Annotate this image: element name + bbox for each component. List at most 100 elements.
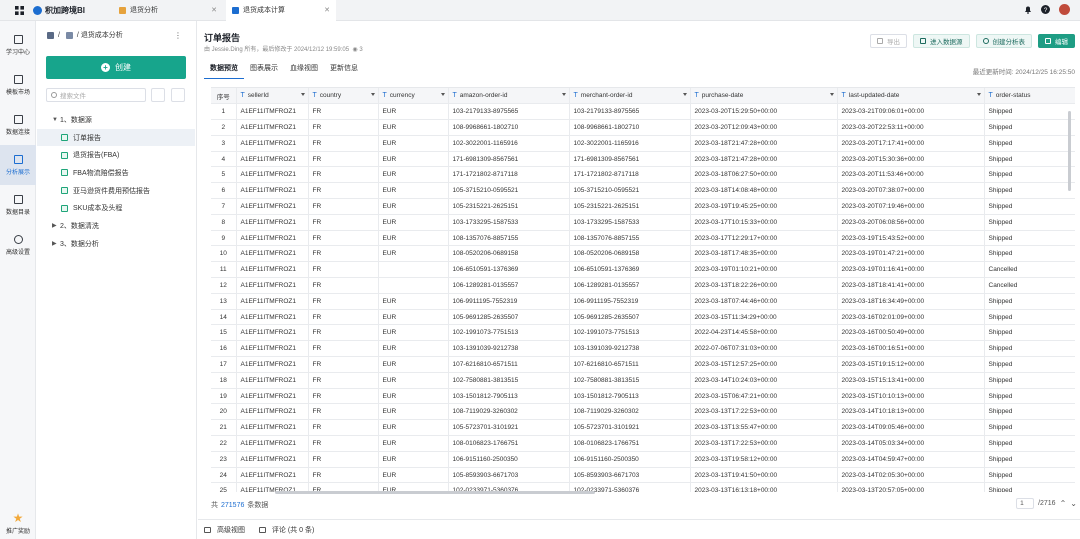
table-cell[interactable]: FR [308, 419, 379, 437]
table-row[interactable]: 16 A1EF11ITMFROZ1 FR EUR 103-1391039-9212738… [211, 340, 1075, 358]
table-cell[interactable]: 2023-03-15T10:10:13+00:00 [837, 388, 985, 405]
table-cell[interactable]: 8 [211, 214, 237, 231]
table-cell[interactable]: Shipped [984, 198, 1075, 215]
table-cell[interactable]: 2023-03-17T10:15:33+00:00 [690, 214, 838, 231]
table-cell[interactable]: A1EF11ITMFROZ1 [236, 356, 309, 373]
tree-item[interactable]: 订单报告 [37, 128, 195, 147]
table-cell[interactable]: 103-1733295-1587533 [448, 214, 570, 231]
column-header[interactable]: Tamazon-order-id [448, 88, 570, 105]
tab-chart[interactable]: 图表展示 [244, 63, 284, 79]
table-cell[interactable]: 2022-07-06T07:31:03+00:00 [690, 340, 838, 358]
table-cell[interactable]: Shipped [984, 388, 1075, 405]
table-cell[interactable]: 2023-03-20T15:29:50+00:00 [690, 103, 838, 121]
table-cell[interactable]: A1EF11ITMFROZ1 [236, 309, 309, 326]
table-row[interactable]: 12 A1EF11ITMFROZ1 FR 106-1289281-0135557 106… [211, 277, 1075, 294]
table-cell[interactable]: EUR [378, 182, 449, 200]
table-row[interactable]: 8 A1EF11ITMFROZ1 FR EUR 103-1733295-1587533 1… [211, 214, 1075, 231]
table-cell[interactable]: 2023-03-19T01:16:41+00:00 [837, 261, 985, 279]
table-cell[interactable]: 2023-03-13T17:22:53+00:00 [690, 403, 838, 421]
table-cell[interactable]: 2023-03-18T14:08:48+00:00 [690, 182, 838, 200]
table-cell[interactable]: FR [308, 451, 379, 468]
table-cell[interactable]: 13 [211, 293, 237, 310]
table-cell[interactable]: 16 [211, 340, 237, 358]
table-cell[interactable]: 1 [211, 103, 237, 121]
table-cell[interactable]: EUR [378, 419, 449, 437]
help-icon[interactable]: ? [1041, 5, 1050, 14]
table-cell[interactable]: 2023-03-18T18:41:41+00:00 [837, 277, 985, 294]
table-cell[interactable]: FR [308, 467, 379, 484]
table-cell[interactable]: 105-9691285-2635507 [448, 309, 570, 326]
table-row[interactable]: 10 A1EF11ITMFROZ1 FR EUR 108-0520206-0689158… [211, 245, 1075, 263]
table-cell[interactable]: Shipped [984, 309, 1075, 326]
table-cell[interactable]: EUR [378, 198, 449, 215]
table-cell[interactable]: Shipped [984, 340, 1075, 358]
tree-item[interactable]: SKU成本及头程 [37, 199, 195, 217]
table-row[interactable]: 11 A1EF11ITMFROZ1 FR 106-6510591-1376369 106… [211, 261, 1075, 279]
table-cell[interactable]: 106-6510591-1376369 [569, 261, 691, 279]
table-cell[interactable]: A1EF11ITMFROZ1 [236, 182, 309, 200]
table-cell[interactable]: FR [308, 324, 379, 342]
table-cell[interactable]: 103-1391039-9212738 [569, 340, 691, 358]
table-cell[interactable]: 25 [211, 482, 237, 492]
table-cell[interactable]: 106-9911195-7552319 [448, 293, 570, 310]
table-cell[interactable]: 2023-03-13T19:41:50+00:00 [690, 467, 838, 484]
table-cell[interactable]: 105-8593903-6671703 [569, 467, 691, 484]
export-button[interactable]: 导出 [870, 34, 907, 48]
column-header[interactable]: Torder-status [984, 88, 1075, 105]
nav-item-referral[interactable]: ★ 推广奖励 [0, 512, 36, 535]
chevron-down-icon[interactable]: ⌄ [1070, 499, 1077, 508]
table-cell[interactable]: 108-7119029-3260302 [448, 403, 570, 421]
app-grid-icon[interactable] [11, 0, 27, 21]
table-cell[interactable]: 105-2315221-2625151 [569, 198, 691, 215]
column-header[interactable]: Tpurchase-date [690, 88, 838, 105]
table-cell[interactable]: 2023-03-14T02:05:30+00:00 [837, 467, 985, 484]
table-cell[interactable]: FR [308, 103, 379, 121]
table-cell[interactable]: 2023-03-13T17:22:53+00:00 [690, 435, 838, 452]
table-cell[interactable]: Shipped [984, 135, 1075, 152]
table-cell[interactable]: 105-9691285-2635507 [569, 309, 691, 326]
table-cell[interactable]: FR [308, 403, 379, 421]
table-cell[interactable]: 108-0520206-0689158 [569, 245, 691, 263]
table-cell[interactable]: 108-1357076-8857155 [569, 230, 691, 247]
create-button[interactable]: + 创建 [46, 56, 186, 79]
table-cell[interactable]: 15 [211, 324, 237, 342]
new-file-icon[interactable] [151, 88, 165, 102]
table-cell[interactable]: 106-9911195-7552319 [569, 293, 691, 310]
table-cell[interactable]: 19 [211, 388, 237, 405]
table-row[interactable]: 1 A1EF11ITMFROZ1 FR EUR 103-2179133-8975565 1… [211, 103, 1075, 121]
table-cell[interactable]: 2023-03-15T15:13:41+00:00 [837, 372, 985, 389]
table-cell[interactable]: Shipped [984, 419, 1075, 437]
table-row[interactable]: 17 A1EF11ITMFROZ1 FR EUR 107-6216810-6571511… [211, 356, 1075, 373]
table-cell[interactable]: FR [308, 245, 379, 263]
table-cell[interactable]: 9 [211, 230, 237, 247]
table-cell[interactable]: 171-1721802-8717118 [448, 166, 570, 184]
table-cell[interactable]: Shipped [984, 467, 1075, 484]
tree-item[interactable]: FBA物流赔偿报告 [37, 164, 195, 182]
table-cell[interactable]: 2023-03-13T19:58:12+00:00 [690, 451, 838, 468]
comments-button[interactable]: 评论 (共 0 条) [258, 525, 314, 535]
table-cell[interactable]: Shipped [984, 324, 1075, 342]
table-row[interactable]: 19 A1EF11ITMFROZ1 FR EUR 103-1501812-7905113… [211, 388, 1075, 405]
horizontal-scrollbar[interactable] [275, 491, 595, 494]
close-icon[interactable]: ✕ [211, 6, 217, 14]
brand[interactable]: 积加跨境BI [33, 5, 91, 16]
table-cell[interactable]: FR [308, 151, 379, 168]
table-cell[interactable]: EUR [378, 403, 449, 421]
table-cell[interactable]: 105-3715210-0595521 [569, 182, 691, 200]
table-cell[interactable]: 102-7580881-3813515 [448, 372, 570, 389]
enter-dataset-button[interactable]: 进入数据源 [913, 34, 970, 48]
tree-item[interactable]: 亚马逊货件费用预估报告 [37, 182, 195, 200]
table-cell[interactable]: 171-1721802-8717118 [569, 166, 691, 184]
table-cell[interactable]: 2023-03-14T10:18:13+00:00 [837, 403, 985, 421]
table-cell[interactable]: Shipped [984, 356, 1075, 373]
table-row[interactable]: 24 A1EF11ITMFROZ1 FR EUR 105-8593903-6671703… [211, 467, 1075, 484]
table-cell[interactable]: FR [308, 435, 379, 452]
table-cell[interactable]: 21 [211, 419, 237, 437]
table-cell[interactable]: FR [308, 356, 379, 373]
table-cell[interactable]: EUR [378, 230, 449, 247]
page-input[interactable]: 1 [1016, 498, 1035, 509]
table-cell[interactable]: 108-0520206-0689158 [448, 245, 570, 263]
table-cell[interactable]: 2023-03-14T10:24:03+00:00 [690, 372, 838, 389]
table-cell[interactable]: Shipped [984, 151, 1075, 168]
table-cell[interactable]: A1EF11ITMFROZ1 [236, 324, 309, 342]
